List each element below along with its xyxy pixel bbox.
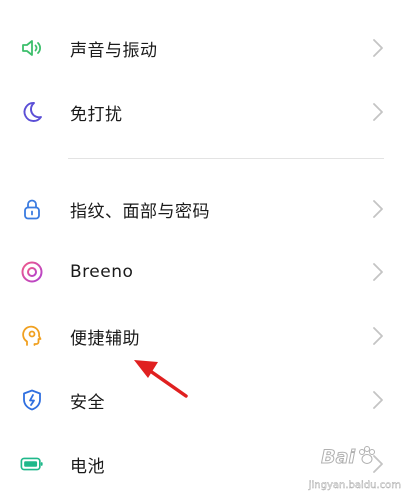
- settings-item-label: 电池: [70, 456, 105, 477]
- chevron-right-icon: [372, 262, 384, 282]
- chevron-right-icon: [372, 102, 384, 122]
- settings-item-security[interactable]: 安全: [0, 370, 410, 430]
- settings-item-label: 安全: [70, 392, 105, 413]
- head-gear-icon: [20, 324, 44, 348]
- paw-logo-icon: [359, 446, 375, 464]
- chevron-right-icon: [372, 326, 384, 346]
- speaker-icon: [20, 36, 44, 60]
- settings-item-label: 便捷辅助: [70, 328, 140, 349]
- settings-item-label: 指纹、面部与密码: [70, 201, 210, 222]
- section-divider: [68, 158, 384, 159]
- settings-item-label: 声音与振动: [70, 40, 158, 61]
- watermark-url: jingyan.baidu.com: [308, 480, 402, 491]
- settings-item-sound-vibration[interactable]: 声音与振动: [0, 18, 410, 78]
- settings-item-label: Breeno: [70, 262, 134, 282]
- settings-item-label: 免打扰: [70, 104, 123, 125]
- settings-item-do-not-disturb[interactable]: 免打扰: [0, 82, 410, 142]
- lock-icon: [20, 197, 44, 221]
- watermark: Bai jingyan.baidu.com: [285, 440, 407, 502]
- settings-item-breeno[interactable]: Breeno: [0, 242, 410, 302]
- shield-bolt-icon: [20, 388, 44, 412]
- settings-item-accessibility[interactable]: 便捷辅助: [0, 306, 410, 366]
- chevron-right-icon: [372, 199, 384, 219]
- settings-item-fingerprint-face-password[interactable]: 指纹、面部与密码: [0, 179, 410, 239]
- chevron-right-icon: [372, 38, 384, 58]
- breeno-icon: [20, 260, 44, 284]
- battery-icon: [20, 452, 44, 476]
- moon-icon: [20, 100, 44, 124]
- chevron-right-icon: [372, 390, 384, 410]
- watermark-brand: Bai: [321, 446, 356, 469]
